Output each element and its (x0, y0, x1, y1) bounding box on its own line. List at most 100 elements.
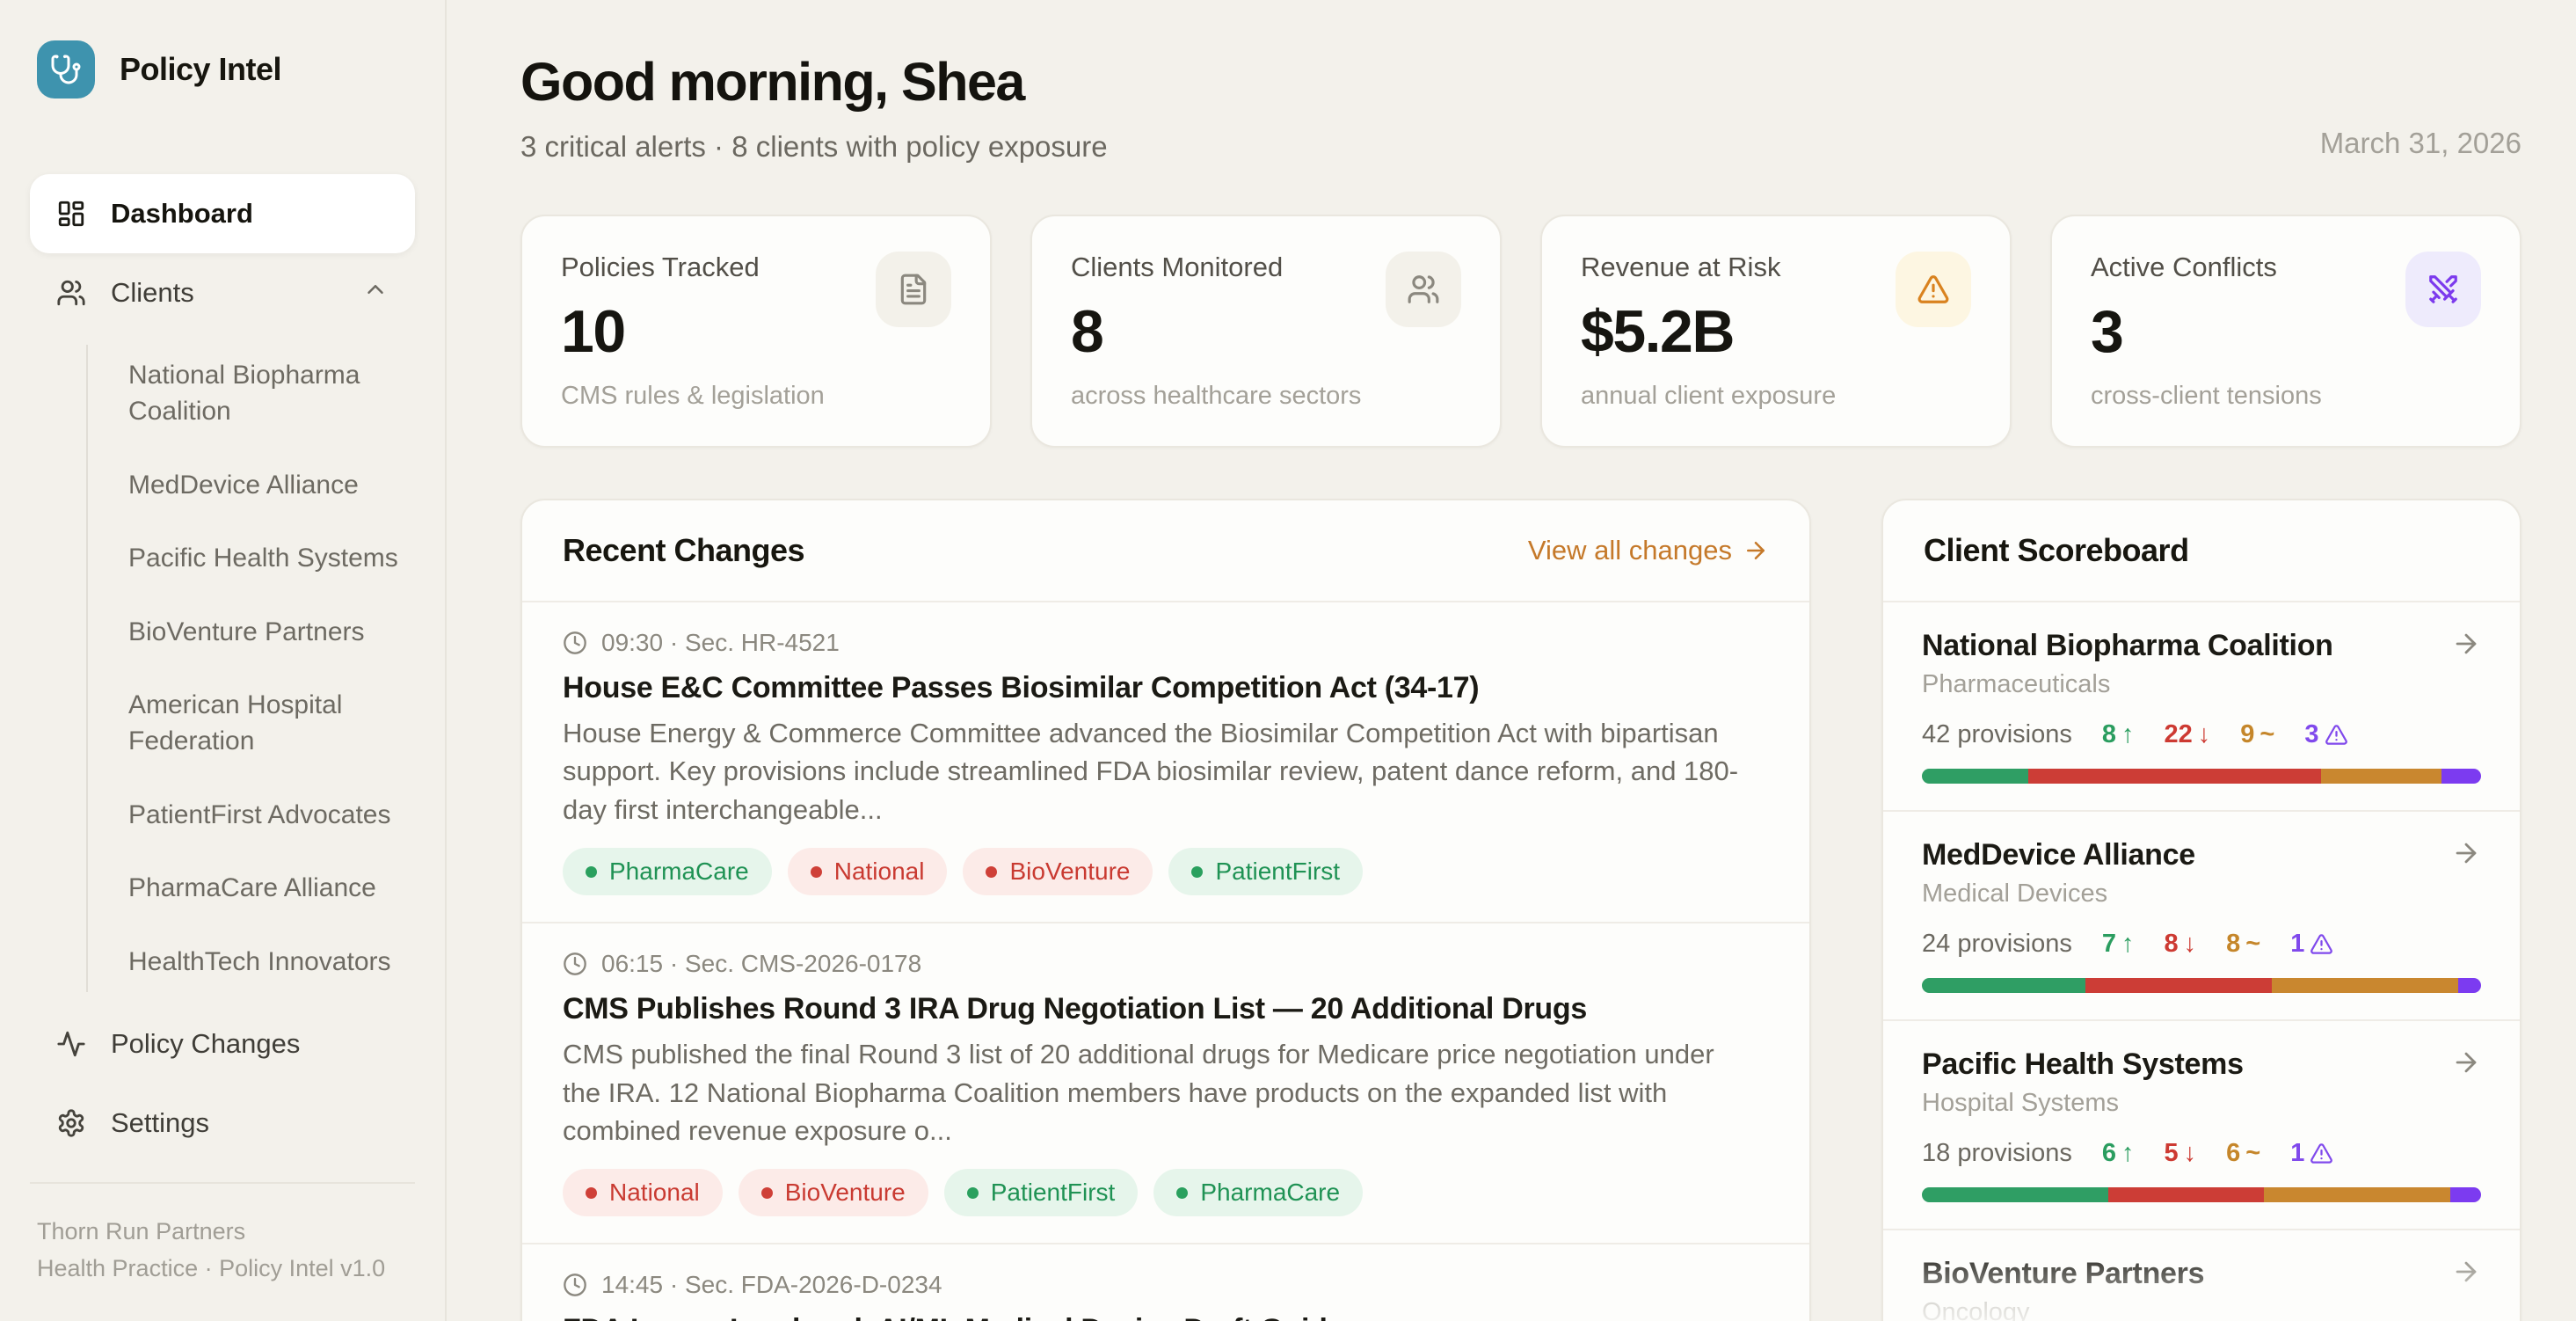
sidebar-client-item[interactable]: National Biopharma Coalition (128, 345, 415, 442)
users-icon (56, 278, 86, 308)
client-tag[interactable]: PatientFirst (944, 1169, 1139, 1216)
scoreboard-list: National Biopharma Coalition Pharmaceuti… (1883, 602, 2520, 1321)
recent-changes-panel: Recent Changes View all changes 09:30 · … (520, 499, 1811, 1321)
change-item[interactable]: 06:15 · Sec. CMS-2026-0178 CMS Publishes… (522, 923, 1809, 1244)
tag-dot-icon (986, 866, 997, 878)
sidebar-client-item[interactable]: PharmaCare Alliance (128, 858, 415, 918)
stat-up: 7↑ (2102, 930, 2135, 959)
stat-neutral: 9~ (2240, 720, 2274, 749)
change-item[interactable]: 14:45 · Sec. FDA-2026-D-0234 FDA Issues … (522, 1244, 1809, 1321)
client-tag[interactable]: PatientFirst (1168, 848, 1363, 895)
scoreboard-entry[interactable]: MedDevice Alliance Medical Devices 24 pr… (1883, 812, 2520, 1021)
arrow-down-icon: ↓ (2184, 930, 2197, 959)
sidebar: Policy Intel Dashboard Clients National … (0, 0, 447, 1321)
view-all-changes-link[interactable]: View all changes (1528, 535, 1769, 566)
client-name: BioVenture Partners (128, 617, 365, 646)
stats-row: Policies Tracked 10 CMS rules & legislat… (520, 215, 2521, 448)
document-icon (876, 252, 951, 327)
stat-neutral: 8~ (2226, 930, 2260, 959)
tag-label: PharmaCare (1200, 1179, 1340, 1207)
sidebar-item-dashboard[interactable]: Dashboard (30, 174, 415, 253)
view-all-label: View all changes (1528, 535, 1732, 566)
arrow-up-icon: ↑ (2121, 1139, 2135, 1168)
recent-changes-header: Recent Changes View all changes (522, 500, 1809, 602)
sidebar-item-settings[interactable]: Settings (30, 1084, 415, 1163)
client-tag[interactable]: PharmaCare (1153, 1169, 1363, 1216)
stat-subtext: across healthcare sectors (1071, 382, 1361, 411)
brand: Policy Intel (30, 40, 415, 99)
scoreboard-client-name: Pacific Health Systems (1922, 1047, 2244, 1082)
client-tag[interactable]: BioVenture (963, 848, 1153, 895)
change-title: CMS Publishes Round 3 IRA Drug Negotiati… (563, 992, 1769, 1026)
tag-dot-icon (586, 866, 597, 878)
clock-icon (563, 1273, 587, 1297)
tag-label: PharmaCare (609, 858, 749, 886)
arrow-down-icon: ↓ (2198, 720, 2211, 749)
sidebar-client-item[interactable]: MedDevice Alliance (128, 455, 415, 515)
warning-triangle-icon (2310, 932, 2333, 956)
provision-stacked-bar (1922, 978, 2481, 993)
tag-label: National (834, 858, 925, 886)
users-icon (1386, 252, 1461, 327)
swords-icon (2405, 252, 2481, 327)
arrow-right-icon (2451, 1257, 2481, 1291)
client-tag[interactable]: National (788, 848, 948, 895)
client-name: National Biopharma Coalition (128, 361, 360, 426)
activity-icon (56, 1029, 86, 1059)
page-header: Good morning, Shea 3 critical alerts · 8… (520, 51, 2521, 164)
scoreboard-client-name: National Biopharma Coalition (1922, 629, 2333, 663)
stat-value: 8 (1071, 297, 1361, 366)
scoreboard-entry[interactable]: National Biopharma Coalition Pharmaceuti… (1883, 602, 2520, 812)
scoreboard-entry[interactable]: Pacific Health Systems Hospital Systems … (1883, 1021, 2520, 1230)
arrow-right-icon (2451, 1047, 2481, 1082)
stat-value: 3 (2091, 297, 2322, 366)
client-tag[interactable]: PharmaCare (563, 848, 772, 895)
tilde-icon: ~ (2245, 930, 2260, 959)
arrow-right-icon (2451, 838, 2481, 872)
recent-changes-list: 09:30 · Sec. HR-4521 House E&C Committee… (522, 602, 1809, 1321)
scoreboard-entry[interactable]: BioVenture Partners Oncology 28 provisio… (1883, 1230, 2520, 1321)
arrow-up-icon: ↑ (2121, 930, 2135, 959)
stat-down: 22↓ (2165, 720, 2211, 749)
stat-label: Policies Tracked (561, 252, 825, 283)
change-meta: 14:45 · Sec. FDA-2026-D-0234 (563, 1271, 1769, 1299)
stat-alert: 1 (2290, 1139, 2333, 1168)
up-count: 7 (2102, 930, 2116, 959)
client-name: PharmaCare Alliance (128, 873, 376, 902)
stat-subtext: CMS rules & legislation (561, 382, 825, 411)
client-name: American Hospital Federation (128, 690, 342, 755)
tag-label: BioVenture (1009, 858, 1130, 886)
sidebar-client-item[interactable]: BioVenture Partners (128, 602, 415, 662)
stat-subtext: annual client exposure (1581, 382, 1836, 411)
change-item[interactable]: 09:30 · Sec. HR-4521 House E&C Committee… (522, 602, 1809, 923)
dashboard-grid-icon (56, 199, 86, 229)
stat-card: Active Conflicts 3 cross-client tensions (2050, 215, 2521, 448)
tilde-icon: ~ (2245, 1139, 2260, 1168)
sidebar-client-item[interactable]: PatientFirst Advocates (128, 785, 415, 845)
alert-count: 1 (2290, 930, 2304, 959)
sidebar-item-label: Settings (111, 1107, 209, 1139)
sidebar-item-policy-changes[interactable]: Policy Changes (30, 1004, 415, 1084)
tag-dot-icon (811, 866, 822, 878)
sidebar-item-clients[interactable]: Clients (30, 253, 415, 332)
stat-down: 8↓ (2165, 930, 2197, 959)
down-count: 5 (2165, 1139, 2179, 1168)
main-content: Good morning, Shea 3 critical alerts · 8… (447, 0, 2576, 1321)
sidebar-client-item[interactable]: HealthTech Innovators (128, 931, 415, 992)
sidebar-client-item[interactable]: American Hospital Federation (128, 675, 415, 772)
stethoscope-logo-icon (37, 40, 95, 99)
sidebar-client-item[interactable]: Pacific Health Systems (128, 528, 415, 588)
warning-icon (1896, 252, 1971, 327)
client-tag[interactable]: National (563, 1169, 723, 1216)
stat-up: 8↑ (2102, 720, 2135, 749)
scoreboard-title: Client Scoreboard (1924, 532, 2189, 569)
stat-value: 10 (561, 297, 825, 366)
change-description: CMS published the final Round 3 list of … (563, 1035, 1741, 1149)
arrow-down-icon: ↓ (2184, 1139, 2197, 1168)
stat-label: Clients Monitored (1071, 252, 1361, 283)
stat-neutral: 6~ (2226, 1139, 2260, 1168)
arrow-right-icon (2451, 629, 2481, 663)
tag-label: PatientFirst (1215, 858, 1340, 886)
client-tag[interactable]: BioVenture (739, 1169, 928, 1216)
sidebar-client-list: National Biopharma Coalition MedDevice A… (86, 345, 415, 992)
